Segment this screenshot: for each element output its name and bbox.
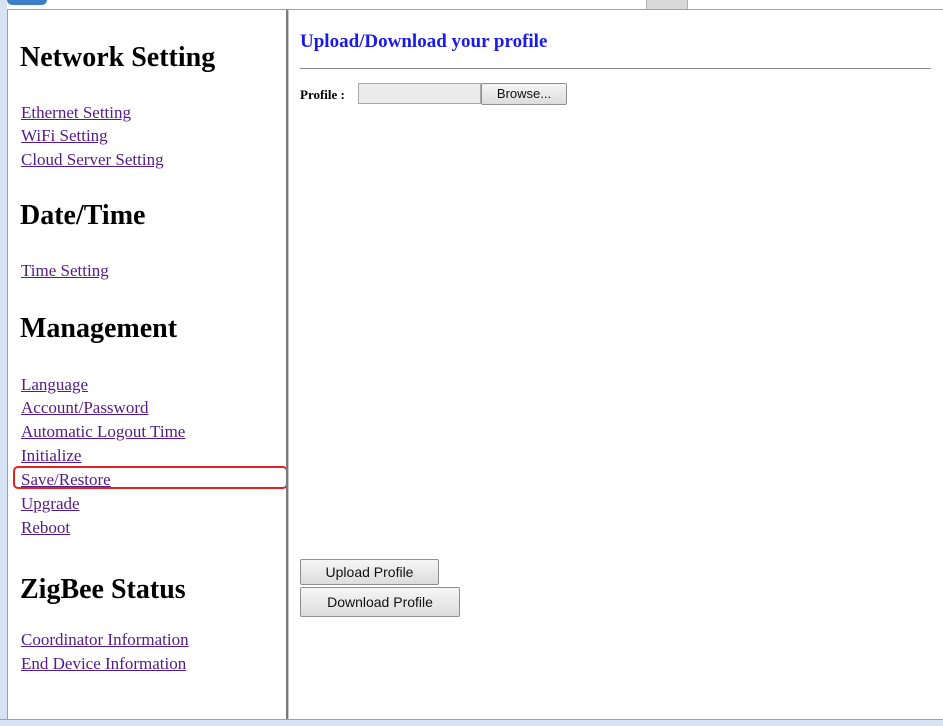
upload-profile-button[interactable]: Upload Profile [300,559,439,585]
window-frame-left [0,0,8,726]
window-top-segment [646,0,688,9]
nav-link-coordinator-information[interactable]: Coordinator Information [21,628,189,652]
nav-link-account-password[interactable]: Account/Password [21,396,148,420]
browse-button[interactable]: Browse... [481,83,567,105]
profile-label: Profile : [300,87,345,102]
nav-link-cloud-server-setting[interactable]: Cloud Server Setting [21,148,164,172]
nav-link-automatic-logout-time[interactable]: Automatic Logout Time [21,420,185,444]
section-title-zigbee-status: ZigBee Status [20,574,186,605]
nav-link-initialize[interactable]: Initialize [21,444,81,468]
nav-link-language[interactable]: Language [21,373,88,397]
window-top-accent [7,0,47,5]
nav-link-wifi-setting[interactable]: WiFi Setting [21,124,108,148]
nav-link-ethernet-setting[interactable]: Ethernet Setting [21,101,131,125]
nav-link-time-setting[interactable]: Time Setting [21,259,109,283]
sidebar-divider [286,10,289,719]
window-top-strip [7,0,943,10]
section-title-management: Management [20,313,178,344]
nav-link-upgrade[interactable]: Upgrade [21,492,80,516]
title-divider [300,68,931,69]
section-title-network-setting: Network Setting [20,42,216,73]
nav-link-end-device-information[interactable]: End Device Information [21,652,186,676]
profile-file-input[interactable] [358,83,481,104]
window-frame-bottom [0,719,943,726]
save-restore-highlight-outline [13,466,288,489]
download-profile-button[interactable]: Download Profile [300,587,460,617]
page-title: Upload/Download your profile [300,31,548,52]
section-title-date-time: Date/Time [20,200,146,231]
nav-link-reboot[interactable]: Reboot [21,516,70,540]
